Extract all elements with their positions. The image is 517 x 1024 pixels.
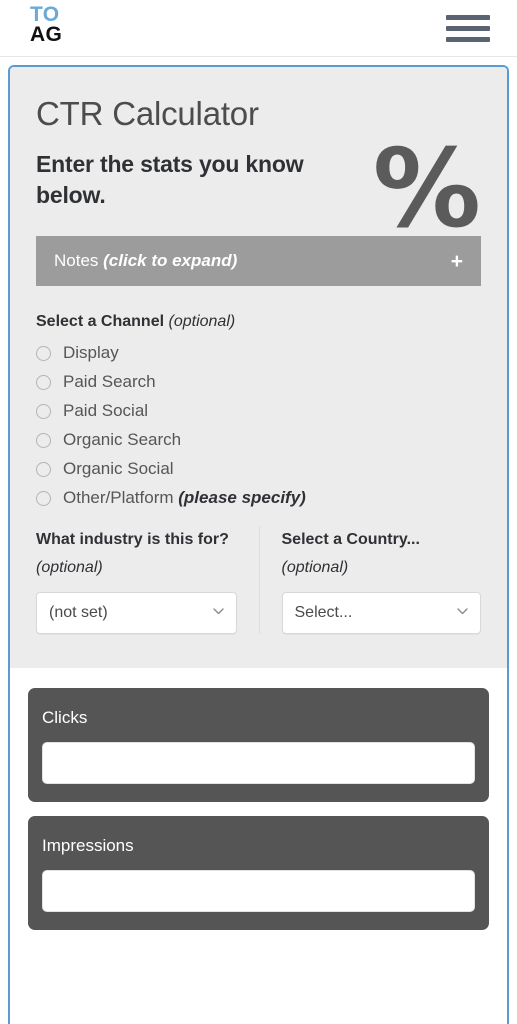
impressions-input[interactable] xyxy=(42,870,475,913)
radio-label: Paid Social xyxy=(63,401,148,421)
radio-option-display[interactable]: Display xyxy=(36,343,481,363)
radio-label-text: Paid Search xyxy=(63,372,156,392)
channel-group-heading: Select a Channel (optional) xyxy=(36,310,481,333)
radio-option-paid-social[interactable]: Paid Social xyxy=(36,401,481,421)
radio-option-organic-search[interactable]: Organic Search xyxy=(36,430,481,450)
radio-label-text: Other/Platform xyxy=(63,488,179,508)
metric-panel-impressions: Impressions xyxy=(28,816,489,931)
radio-label: Display xyxy=(63,343,119,363)
hamburger-menu-icon[interactable] xyxy=(446,12,490,45)
hamburger-bar-2 xyxy=(446,26,490,31)
clicks-label: Clicks xyxy=(42,708,88,728)
radio-label-text: Display xyxy=(63,343,119,363)
metrics-section: Clicks Impressions xyxy=(10,668,507,931)
country-select-value: Select... xyxy=(294,604,353,622)
radio-label-text: Paid Social xyxy=(63,401,149,421)
industry-select[interactable]: (not set) xyxy=(36,592,237,635)
metric-panel-clicks: Clicks xyxy=(28,688,489,803)
radio-circle-icon[interactable] xyxy=(36,345,51,361)
calculator-header-section: CTR Calculator Enter the stats you know … xyxy=(10,67,507,653)
hamburger-bar-1 xyxy=(446,15,490,20)
logo-text-bottom: AG xyxy=(30,22,63,46)
country-label: Select a Country... (optional) xyxy=(282,526,482,582)
radio-option-paid-search[interactable]: Paid Search xyxy=(36,372,481,392)
radio-option-organic-social[interactable]: Organic Social xyxy=(36,459,481,479)
country-label-text: Select a Country... xyxy=(281,531,420,549)
hamburger-bar-3 xyxy=(446,37,490,42)
logo-text-top: TO xyxy=(30,3,60,26)
radio-circle-icon[interactable] xyxy=(36,432,51,448)
notes-label: Notes (click to expand) xyxy=(54,251,237,271)
channel-heading-text: Select a Channel xyxy=(36,313,169,331)
industry-select-value: (not set) xyxy=(49,604,108,622)
section-spacer xyxy=(10,652,507,669)
radio-label: Paid Search xyxy=(63,372,156,392)
industry-label-emphasis: (optional) xyxy=(36,559,103,577)
channel-radio-group: Display Paid Search Paid Social Organic … xyxy=(36,343,481,508)
industry-label: What industry is this for? (optional) xyxy=(36,526,237,582)
radio-option-other-platform[interactable]: Other/Platform (please specify) xyxy=(36,488,481,508)
impressions-label: Impressions xyxy=(42,836,134,856)
chevron-down-icon[interactable] xyxy=(457,608,468,615)
notes-label-text: Notes xyxy=(54,251,104,271)
notes-label-emphasis: (click to expand) xyxy=(103,251,238,271)
chevron-down-icon[interactable] xyxy=(212,608,224,615)
radio-label: Other/Platform (please specify) xyxy=(63,488,306,508)
country-label-emphasis: (optional) xyxy=(281,559,349,577)
industry-country-row: What industry is this for? (optional) (n… xyxy=(36,526,482,635)
radio-label-text: Organic Search xyxy=(63,430,182,450)
radio-label: Organic Social xyxy=(63,459,174,479)
industry-label-text: What industry is this for? xyxy=(36,531,229,549)
radio-label-text: Organic Social xyxy=(63,459,174,479)
page-subtitle: Enter the stats you know below. xyxy=(36,151,304,208)
industry-column: What industry is this for? (optional) (n… xyxy=(36,526,259,635)
radio-circle-icon[interactable] xyxy=(36,461,51,477)
site-logo[interactable]: TO AG xyxy=(30,3,63,46)
country-column: Select a Country... (optional) Select... xyxy=(258,526,482,635)
plus-icon[interactable]: + xyxy=(451,251,463,272)
radio-label-emphasis: (please specify) xyxy=(178,488,306,508)
clicks-input[interactable] xyxy=(42,742,475,785)
country-select[interactable]: Select... xyxy=(281,592,481,635)
channel-heading-emphasis: (optional) xyxy=(168,313,236,331)
site-header: TO AG xyxy=(0,0,517,57)
ctr-calculator-card: CTR Calculator Enter the stats you know … xyxy=(8,65,509,1024)
radio-label: Organic Search xyxy=(63,430,181,450)
radio-circle-icon[interactable] xyxy=(36,403,51,419)
percent-icon: % xyxy=(372,127,481,252)
radio-circle-icon[interactable] xyxy=(36,490,51,506)
radio-circle-icon[interactable] xyxy=(36,374,51,390)
